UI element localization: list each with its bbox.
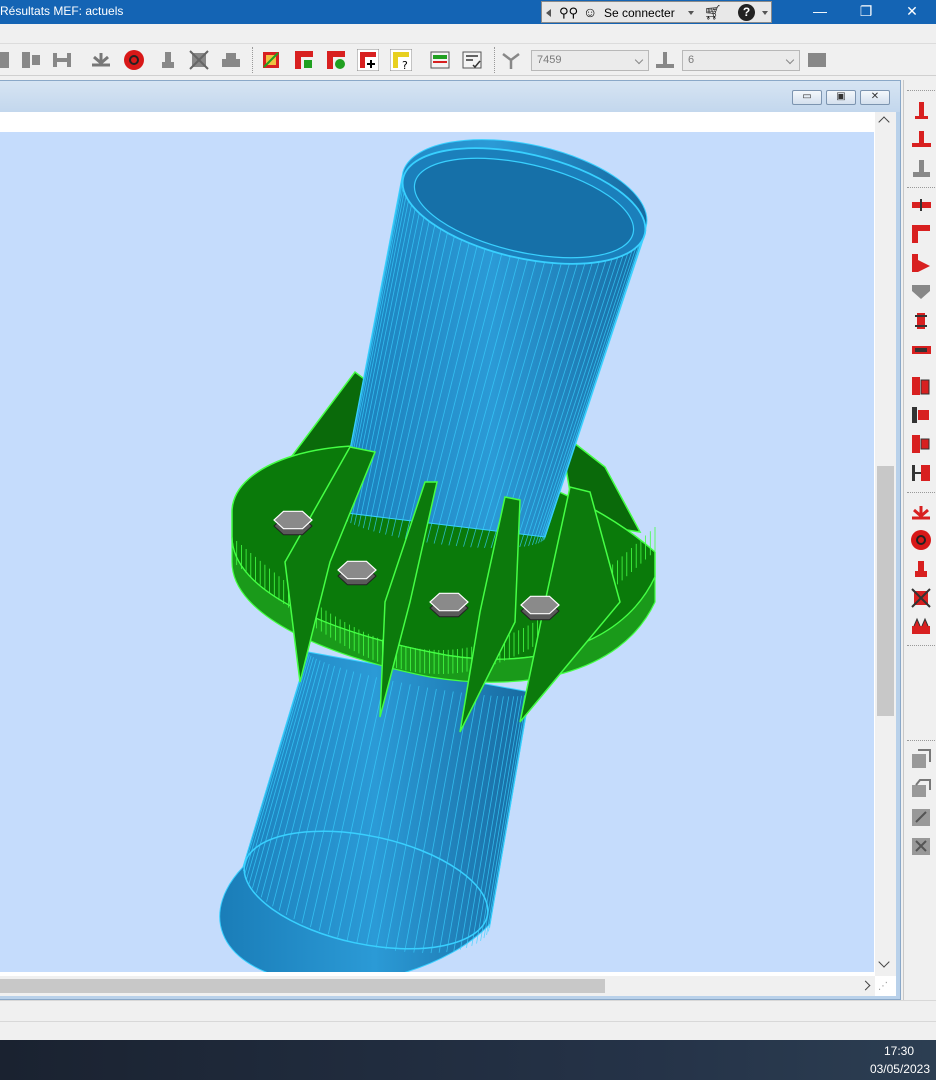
scroll-right-icon[interactable]: [860, 980, 871, 991]
chevron-down-icon: [634, 55, 644, 65]
vertical-scrollbar[interactable]: [875, 112, 896, 976]
toolbar-separator: [907, 645, 935, 647]
svg-text:?: ?: [402, 59, 408, 71]
main-toolbar: ? 7459 6: [0, 44, 936, 76]
copy-gray-icon[interactable]: [910, 777, 932, 799]
connect-label[interactable]: Se connecter: [604, 6, 675, 20]
bar-selector-value: 6: [688, 54, 695, 66]
gusset-cross-icon[interactable]: [910, 587, 932, 609]
connection-add-icon[interactable]: [357, 49, 379, 71]
chevron-down-icon: [785, 55, 795, 65]
child-window-titlebar: ▭ ▣ ✕: [0, 81, 900, 112]
menu-bar: [0, 24, 936, 44]
child-client-area: ⋰: [0, 112, 896, 996]
connection-update-icon[interactable]: [325, 49, 347, 71]
report-icon[interactable]: [429, 49, 451, 71]
bar-selector[interactable]: 6: [682, 50, 800, 71]
scroll-down-icon[interactable]: [878, 956, 890, 968]
toolbar-separator: [907, 187, 935, 189]
toolbar-separator: [252, 47, 254, 73]
clip-angle-icon[interactable]: [910, 375, 932, 397]
connection-types-toolbar: [903, 80, 936, 1040]
taskbar: 17:30 03/05/2023: [0, 1040, 936, 1080]
end-plate-icon[interactable]: [910, 433, 932, 455]
vertical-scroll-thumb[interactable]: [877, 466, 894, 716]
generate-connection-icon[interactable]: [260, 49, 282, 71]
export-gray-icon[interactable]: [910, 748, 932, 770]
scroll-up-icon[interactable]: [878, 116, 890, 128]
bracing-base-icon[interactable]: [910, 500, 932, 522]
scroll-left-icon[interactable]: [546, 9, 551, 17]
base-plate-gray-icon[interactable]: [90, 49, 112, 71]
help-dropdown-icon[interactable]: [762, 11, 768, 15]
child-minimize-button[interactable]: ▭: [792, 90, 822, 105]
knee-joint-icon[interactable]: [910, 223, 932, 245]
fem-model-scene[interactable]: [0, 132, 874, 972]
profile-gray-icon[interactable]: [0, 49, 14, 71]
horizontal-scrollbar[interactable]: [0, 976, 875, 996]
status-bar: [0, 1000, 936, 1040]
3d-viewport[interactable]: [0, 132, 874, 972]
resize-grip-icon[interactable]: ⋰: [878, 981, 892, 995]
tube-lower: [219, 651, 531, 972]
online-toolbar: ⚲⚲ ☺ Se connecter 🛒︎ ?: [541, 1, 772, 23]
toolbar-separator: [494, 47, 496, 73]
horizontal-scroll-thumb[interactable]: [0, 979, 605, 993]
minimize-button[interactable]: —: [797, 0, 843, 24]
cross-gray-icon[interactable]: [188, 49, 210, 71]
haunch-icon[interactable]: [910, 252, 932, 274]
connection-red-icon[interactable]: [293, 49, 315, 71]
stiffener-gray-icon[interactable]: [220, 49, 242, 71]
user-icon[interactable]: ☺: [583, 4, 597, 20]
edit-gray-icon[interactable]: [910, 806, 932, 828]
connection-query-icon[interactable]: ?: [390, 49, 412, 71]
fem-results-window: ▭ ▣ ✕ ⋰: [0, 80, 901, 1000]
stiffened-base-icon[interactable]: [910, 616, 932, 638]
child-close-button[interactable]: ✕: [860, 90, 890, 105]
fin-plate-icon[interactable]: [910, 404, 932, 426]
cart-icon[interactable]: 🛒︎: [704, 4, 722, 21]
anchor-red-icon[interactable]: [910, 558, 932, 580]
status-divider: [0, 1021, 936, 1022]
node-selector-value: 7459: [537, 54, 562, 66]
column-base-gray-icon[interactable]: [910, 158, 932, 180]
connect-dropdown-icon[interactable]: [688, 11, 694, 15]
taskbar-time[interactable]: 17:30: [884, 1044, 914, 1058]
display-gray-icon[interactable]: [806, 49, 828, 71]
check-list-icon[interactable]: [461, 49, 483, 71]
delete-gray-icon[interactable]: [910, 835, 932, 857]
close-button[interactable]: ✕: [889, 0, 935, 24]
anchor-gray-icon[interactable]: [157, 49, 179, 71]
beam-beam-icon[interactable]: [910, 339, 932, 361]
beam-column-icon[interactable]: [910, 310, 932, 332]
restore-button[interactable]: ❐: [843, 0, 889, 24]
column-base-icon[interactable]: [910, 129, 932, 151]
window-title: Résultats MEF: actuels: [0, 4, 124, 18]
column-flange-icon[interactable]: [910, 462, 932, 484]
toolbar-separator: [907, 90, 935, 92]
binoculars-icon[interactable]: ⚲⚲: [559, 5, 578, 21]
beam-splice-icon[interactable]: [910, 194, 932, 216]
child-restore-button[interactable]: ▣: [826, 90, 856, 105]
beam-gray-icon[interactable]: [51, 49, 73, 71]
apex-gray-icon[interactable]: [910, 281, 932, 303]
column-end-icon[interactable]: [910, 100, 932, 122]
node-selector[interactable]: 7459: [531, 50, 649, 71]
taskbar-date[interactable]: 03/05/2023: [870, 1062, 930, 1076]
bar-gray-icon[interactable]: [654, 49, 676, 71]
help-icon[interactable]: ?: [738, 4, 755, 21]
toolbar-separator: [907, 492, 935, 494]
node-gray-icon[interactable]: [500, 49, 522, 71]
toolbar-separator: [907, 740, 935, 742]
column-gray-icon[interactable]: [20, 49, 42, 71]
title-bar: Résultats MEF: actuels ⚲⚲ ☺ Se connecter…: [0, 0, 936, 24]
circular-flange-icon[interactable]: [910, 529, 932, 551]
bolt-flange-icon[interactable]: [123, 49, 145, 71]
